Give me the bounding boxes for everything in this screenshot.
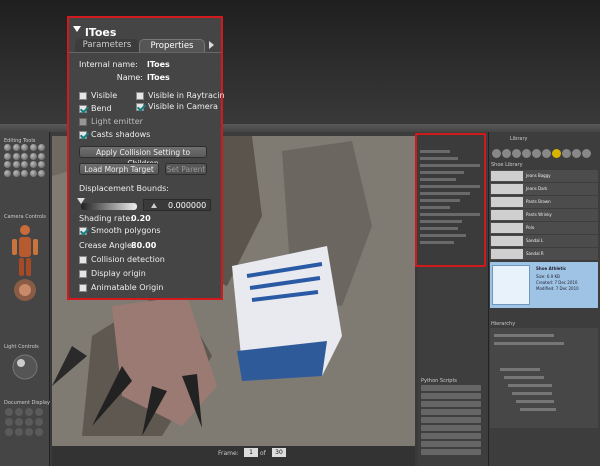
tab-properties[interactable]: Properties	[139, 39, 205, 53]
visible-label: Visible	[91, 91, 118, 100]
library-item[interactable]: Pants Brown	[490, 196, 598, 208]
hierarchy-tree[interactable]	[490, 328, 598, 428]
hierarchy-label: Hierarchy	[491, 321, 516, 327]
casts-shadows-checkbox[interactable]	[79, 131, 87, 139]
collision-detection-label: Collision detection	[91, 255, 165, 264]
tab-menu-arrow-icon[interactable]	[209, 41, 214, 49]
apply-collision-button[interactable]: Apply Collision Setting to Children	[79, 146, 207, 168]
library-selected-item[interactable]: Shoe Athletic Size: 6.9 KB Created: 7 De…	[490, 262, 598, 308]
python-scripts-label: Python Scripts	[421, 378, 458, 384]
frame-of-label: of	[260, 450, 266, 457]
crease-angle-label: Crease Angle	[79, 241, 132, 250]
internal-name-label: Internal name:	[79, 60, 138, 69]
animatable-origin-checkbox[interactable]	[79, 284, 87, 292]
library-header: Shoe Library	[491, 162, 523, 168]
displacement-value-field[interactable]: 0.000000	[143, 199, 211, 211]
tab-parameters[interactable]: Parameters	[75, 39, 139, 53]
collision-detection-checkbox[interactable]	[79, 256, 87, 264]
editing-tools-grid[interactable]	[4, 144, 46, 177]
library-item[interactable]: Sandal L	[490, 235, 598, 247]
shading-rate-value[interactable]: 0.20	[131, 214, 151, 223]
document-display-label: Document Display	[4, 400, 50, 406]
display-origin-checkbox[interactable]	[79, 270, 87, 278]
internal-name-value: lToes	[147, 60, 170, 69]
spinner-up-icon[interactable]	[151, 203, 157, 208]
panel-title: lToes	[85, 26, 117, 39]
panel-tabs: Parameters Properties	[75, 39, 205, 53]
light-controls-label: Light Controls	[4, 344, 39, 350]
properties-panel-miniature	[420, 150, 480, 248]
animatable-origin-label: Animatable Origin	[91, 283, 164, 292]
bend-checkbox[interactable]	[79, 105, 87, 113]
visible-camera-label: Visible in Camera	[148, 102, 218, 111]
library-item[interactable]: Jeans Baggy	[490, 170, 598, 182]
name-label: Name:	[116, 73, 143, 82]
smooth-polygons-label: Smooth polygons	[91, 226, 161, 235]
name-value[interactable]: lToes	[147, 73, 170, 82]
library-title: Library	[510, 136, 528, 142]
selected-detail: Size: 6.9 KB	[536, 274, 560, 279]
displacement-slider[interactable]	[81, 203, 137, 210]
shoe-thumbnail	[492, 265, 530, 305]
display-origin-label: Display origin	[91, 269, 146, 278]
frame-label: Frame:	[218, 450, 239, 457]
selected-name: Shoe Athletic	[536, 266, 567, 271]
figure-control-icon[interactable]	[8, 222, 42, 304]
displacement-value: 0.000000	[168, 201, 207, 210]
light-emitter-checkbox[interactable]	[79, 118, 87, 126]
crease-angle-value[interactable]: 80.00	[131, 241, 156, 250]
library-item[interactable]: Polo	[490, 222, 598, 234]
visible-camera-checkbox[interactable]	[136, 103, 144, 111]
load-morph-target-button[interactable]: Load Morph Target	[79, 163, 159, 175]
shading-rate-label: Shading rate:	[79, 214, 133, 223]
camera-controls-label: Camera Controls	[4, 214, 46, 220]
visible-checkbox[interactable]	[79, 92, 87, 100]
displacement-bounds-label: Displacement Bounds:	[79, 184, 170, 193]
library-item[interactable]: Jeans Dark	[490, 183, 598, 195]
properties-panel: lToes Parameters Properties Internal nam…	[67, 16, 225, 300]
tab-divider	[69, 52, 221, 53]
library-items[interactable]: Jeans Baggy Jeans Dark Pants Brown Pants…	[490, 170, 598, 261]
frame-input[interactable]: 1	[244, 448, 258, 457]
visible-raytracing-label: Visible in Raytracin	[148, 91, 225, 100]
selected-detail: Modified: 7 Dec 2010	[536, 286, 579, 291]
set-parent-button[interactable]: Set Parent	[165, 163, 207, 175]
library-category-icons[interactable]	[492, 149, 591, 158]
visible-raytracing-checkbox[interactable]	[136, 92, 144, 100]
selected-detail: Created: 7 Dec 2010	[536, 280, 578, 285]
python-scripts-list[interactable]	[421, 385, 481, 457]
light-emitter-label: Light emitter	[91, 117, 143, 126]
light-sphere-icon[interactable]	[10, 352, 40, 382]
bend-label: Bend	[91, 104, 112, 113]
library-item[interactable]: Pants Wrinky	[490, 209, 598, 221]
display-style-grid[interactable]	[5, 408, 45, 436]
frame-total: 30	[272, 448, 286, 457]
collapse-triangle-icon[interactable]	[73, 26, 81, 32]
library-item[interactable]: Sandal R	[490, 248, 598, 260]
smooth-polygons-checkbox[interactable]	[79, 227, 87, 235]
casts-shadows-label: Casts shadows	[91, 130, 151, 139]
